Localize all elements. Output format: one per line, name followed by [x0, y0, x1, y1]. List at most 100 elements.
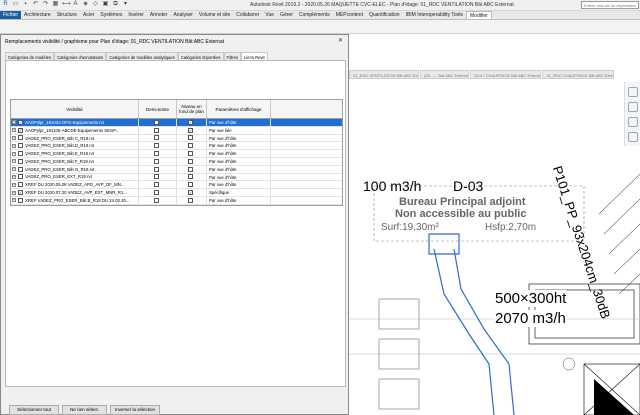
room-name-line-2[interactable]: Non accessible au public: [395, 208, 526, 220]
ribbon-tab[interactable]: MEPcontent: [333, 11, 366, 19]
ribbon-tab[interactable]: Volume et site: [196, 11, 233, 19]
table-row[interactable]: + VADEZ_PRO_ESER_Bât D_R19.rvt Par vue d'h…: [11, 142, 342, 151]
halftone-checkbox[interactable]: [154, 151, 159, 157]
visibility-checkbox[interactable]: [18, 135, 23, 141]
visibility-checkbox[interactable]: ✓: [18, 190, 23, 196]
select-none-button[interactable]: Ne rien sélect.: [62, 405, 107, 415]
redo-icon[interactable]: ↷: [42, 1, 49, 8]
expand-icon[interactable]: +: [12, 151, 16, 156]
ribbon-tab[interactable]: Insérer: [125, 11, 147, 19]
ribbon-tab[interactable]: Analyser: [170, 11, 195, 19]
view-tab[interactable]: 01_RDC VENTILATION Bât ABC Ext...: [349, 70, 419, 79]
expand-icon[interactable]: +: [12, 182, 16, 187]
open-icon[interactable]: ▭: [12, 1, 19, 8]
expand-icon[interactable]: +: [12, 135, 16, 140]
halftone-checkbox[interactable]: [154, 143, 159, 149]
display-settings-button[interactable]: Par vue d'hôte: [207, 119, 271, 126]
expand-icon[interactable]: +: [12, 198, 16, 203]
table-row[interactable]: + ✓ XREF DU 2020.07.20 VADEZ_AVP_EXT_MNR_R…: [11, 189, 342, 197]
table-row[interactable]: + XREF VADEZ_PRO_ESER_Bât B_R18 DU 24.02.…: [11, 196, 342, 205]
visibility-checkbox[interactable]: [18, 158, 23, 164]
display-settings-button[interactable]: Par vue d'hôte: [207, 165, 271, 173]
table-row[interactable]: + XREF DU 2020.05.28 VADEZ_APD_AVP_DF_MN.…: [11, 181, 342, 190]
view-tab[interactable]: 01_RDC CHAUFFAGE Bât ABC Exter...: [542, 70, 614, 79]
view-cube-icon[interactable]: [627, 87, 638, 97]
visibility-checkbox[interactable]: [18, 174, 23, 180]
dropdown-icon[interactable]: ▾: [122, 1, 129, 8]
close-inactive-icon[interactable]: ▣: [102, 1, 109, 8]
expand-icon[interactable]: +: [12, 120, 16, 125]
table-row[interactable]: + ✓ AAOPylpr_191105-ABCDE-Equipements SEGP…: [11, 126, 342, 135]
3d-view-icon[interactable]: ◈: [82, 1, 89, 8]
display-settings-button[interactable]: Par vue d'hôte: [207, 134, 271, 142]
invert-selection-button[interactable]: Inverser la sélection: [110, 405, 160, 415]
underlay-checkbox[interactable]: [188, 197, 193, 203]
visibility-checkbox[interactable]: [18, 166, 23, 172]
zoom-icon[interactable]: [627, 117, 638, 127]
underlay-checkbox[interactable]: [188, 182, 193, 188]
drawing-canvas[interactable]: 100 m3/h D-03 Bureau Principal adjoint N…: [349, 34, 640, 415]
column-halftone[interactable]: Demi-teinte: [139, 100, 177, 118]
table-row[interactable]: + VADEZ_PRO_ESER_EXT_R19.rvt Par vue d'hôt…: [11, 173, 342, 182]
pan-icon[interactable]: [627, 132, 638, 142]
display-settings-button[interactable]: Par vue d'hôte: [207, 150, 271, 157]
ribbon-tab[interactable]: Compléments: [296, 11, 333, 19]
ribbon-tab[interactable]: Architecture: [21, 11, 54, 19]
halftone-checkbox[interactable]: [154, 190, 159, 196]
duct-flow-label[interactable]: 2070 m3/h: [495, 310, 566, 327]
halftone-checkbox[interactable]: [154, 135, 159, 141]
halftone-checkbox[interactable]: [154, 174, 159, 180]
column-underlay[interactable]: Niveau en fond de plan: [177, 100, 207, 118]
table-row[interactable]: + VADEZ_PRO_ESER_Bât F_R19.rvt Par vue d'h…: [11, 157, 342, 166]
expand-icon[interactable]: +: [12, 174, 16, 179]
halftone-checkbox[interactable]: [154, 119, 159, 125]
underlay-checkbox[interactable]: [188, 158, 193, 164]
ribbon-tab[interactable]: Quantification: [366, 11, 403, 19]
table-row[interactable]: + VADEZ_PRO_ESER_Bât E_R19.rvt Par vue d'h…: [11, 150, 342, 158]
display-settings-button[interactable]: Par vue d'hôte: [207, 142, 271, 150]
display-settings-button[interactable]: Spécifique: [207, 189, 271, 196]
display-settings-button[interactable]: Par vue d'hôte: [207, 196, 271, 204]
undo-icon[interactable]: ↶: [32, 1, 39, 8]
display-settings-button[interactable]: Par vue d'hôte: [207, 181, 271, 189]
visibility-checkbox[interactable]: [18, 151, 23, 157]
table-row[interactable]: + VADEZ_PRO_ESER_Bât C_R19.rvt Par vue d'h…: [11, 134, 342, 143]
visibility-checkbox[interactable]: ✓: [18, 119, 23, 125]
ribbon-tab[interactable]: Fichier: [0, 11, 22, 19]
close-icon[interactable]: ✕: [338, 37, 343, 44]
text-icon[interactable]: A: [72, 1, 79, 8]
expand-icon[interactable]: +: [12, 159, 16, 164]
underlay-checkbox[interactable]: [188, 135, 193, 141]
underlay-checkbox[interactable]: [188, 166, 193, 172]
visibility-checkbox[interactable]: [18, 197, 23, 203]
airflow-label[interactable]: 100 m3/h: [363, 178, 421, 194]
view-tab[interactable]: 10 N / CHAUFFAGE Bât ABC Externa...: [469, 70, 542, 79]
measure-icon[interactable]: ⟷: [62, 1, 71, 8]
ribbon-tab[interactable]: Systèmes: [97, 11, 125, 19]
ribbon-tab[interactable]: Collaborer: [233, 11, 262, 19]
room-name-line-1[interactable]: Bureau Principal adjoint: [399, 196, 526, 208]
ribbon-tab[interactable]: IBIM Interoperability Tools: [403, 11, 466, 19]
ribbon-tab[interactable]: Vue: [262, 11, 277, 19]
ribbon-tab[interactable]: Gérer: [277, 11, 296, 19]
underlay-checkbox[interactable]: ✓: [188, 190, 193, 196]
display-settings-button[interactable]: Par vue d'hôte: [207, 173, 271, 181]
view-tab[interactable]: {3D - ... Bât ABC Externat: [419, 70, 469, 79]
display-settings-button[interactable]: Par vue d'hôte: [207, 157, 271, 165]
underlay-checkbox[interactable]: ✓: [188, 119, 193, 125]
room-number[interactable]: D-03: [453, 178, 483, 194]
section-icon[interactable]: ◇: [92, 1, 99, 8]
visibility-checkbox[interactable]: ✓: [18, 127, 23, 133]
halftone-checkbox[interactable]: [154, 166, 159, 172]
display-settings-button[interactable]: Par vue liée: [207, 126, 271, 134]
switch-windows-icon[interactable]: ⧉: [112, 1, 119, 8]
table-row[interactable]: + ✓ AAOPylpr_191022-OFG-Equipements.rvt ✓ Pa…: [11, 119, 342, 127]
ribbon-tab[interactable]: Acier: [80, 11, 97, 19]
save-icon[interactable]: ▪: [22, 1, 29, 8]
room-height[interactable]: Hsfp:2,70m: [485, 222, 536, 233]
underlay-checkbox[interactable]: [188, 174, 193, 180]
expand-icon[interactable]: +: [12, 128, 16, 133]
ribbon-tab[interactable]: Modifier: [466, 11, 492, 19]
select-all-button[interactable]: Sélectionner tout: [9, 405, 59, 415]
ribbon-tab[interactable]: Annoter: [147, 11, 171, 19]
